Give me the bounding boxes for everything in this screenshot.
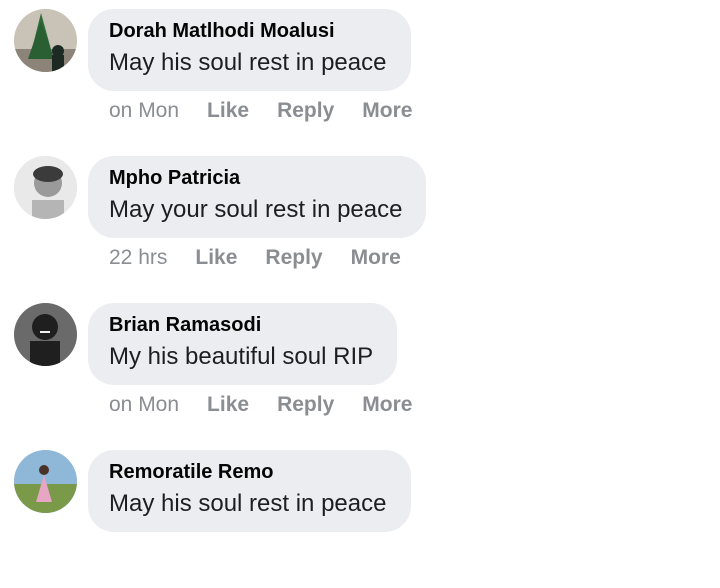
comment-text: May his soul rest in peace xyxy=(109,490,387,517)
comment-bubble: Mpho Patricia May your soul rest in peac… xyxy=(88,156,426,238)
like-button[interactable]: Like xyxy=(207,393,249,417)
comment-text: May your soul rest in peace xyxy=(109,196,403,223)
avatar[interactable] xyxy=(14,156,77,219)
comment-actions: on Mon Like Reply More xyxy=(109,392,412,418)
more-button[interactable]: More xyxy=(362,99,412,123)
avatar-photo-icon xyxy=(14,450,77,513)
comment-author[interactable]: Dorah Matlhodi Moalusi xyxy=(109,19,391,43)
comment-author[interactable]: Mpho Patricia xyxy=(109,166,406,190)
avatar-photo-icon xyxy=(14,9,77,72)
avatar[interactable] xyxy=(14,450,77,513)
more-button[interactable]: More xyxy=(362,393,412,417)
avatar[interactable] xyxy=(14,9,77,72)
reply-button[interactable]: Reply xyxy=(265,246,322,270)
reply-button[interactable]: Reply xyxy=(277,393,334,417)
reply-button[interactable]: Reply xyxy=(277,99,334,123)
like-button[interactable]: Like xyxy=(207,99,249,123)
like-button[interactable]: Like xyxy=(195,246,237,270)
comment-actions: 22 hrs Like Reply More xyxy=(109,245,401,271)
comment-timestamp[interactable]: on Mon xyxy=(109,393,179,417)
avatar-photo-icon xyxy=(14,156,77,219)
more-button[interactable]: More xyxy=(351,246,401,270)
avatar[interactable] xyxy=(14,303,77,366)
comment-text: My his beautiful soul RIP xyxy=(109,343,374,370)
comment-author[interactable]: Remoratile Remo xyxy=(109,460,391,484)
comment-timestamp[interactable]: 22 hrs xyxy=(109,246,167,270)
comment-item: Remoratile Remo May his soul rest in pea… xyxy=(0,441,720,588)
comment-timestamp[interactable]: on Mon xyxy=(109,99,179,123)
comment-actions: on Mon Like Reply More xyxy=(109,98,412,124)
comment-text: May his soul rest in peace xyxy=(109,49,387,76)
comment-item: Mpho Patricia May your soul rest in peac… xyxy=(0,147,720,294)
comment-item: Brian Ramasodi My his beautiful soul RIP… xyxy=(0,294,720,441)
comment-bubble: Brian Ramasodi My his beautiful soul RIP xyxy=(88,303,397,385)
comment-bubble: Remoratile Remo May his soul rest in pea… xyxy=(88,450,411,532)
comment-item: Dorah Matlhodi Moalusi May his soul rest… xyxy=(0,0,720,147)
comment-author[interactable]: Brian Ramasodi xyxy=(109,313,377,337)
avatar-photo-icon xyxy=(14,303,77,366)
comment-bubble: Dorah Matlhodi Moalusi May his soul rest… xyxy=(88,9,411,91)
